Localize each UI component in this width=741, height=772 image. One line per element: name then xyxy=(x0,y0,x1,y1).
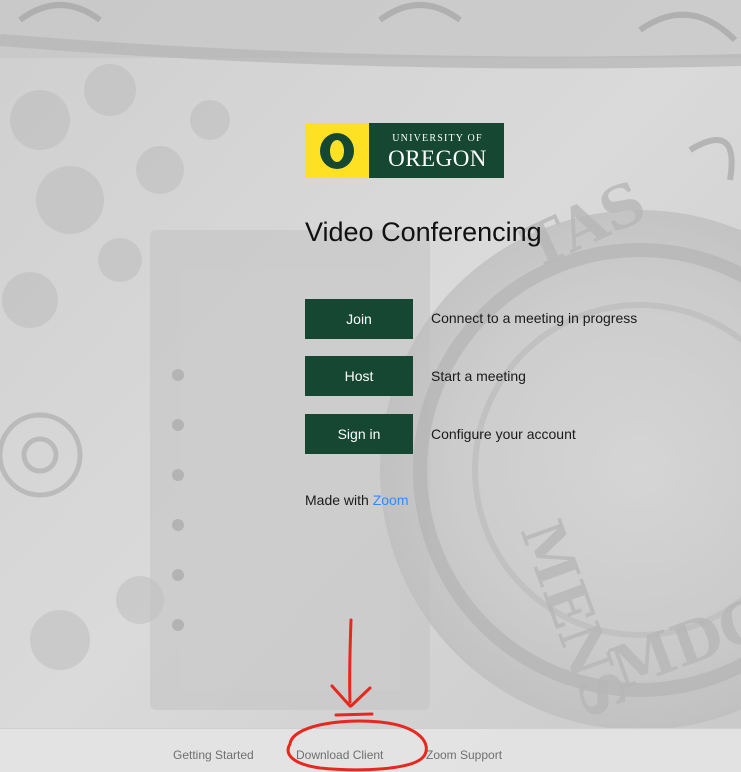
join-description: Connect to a meeting in progress xyxy=(431,310,638,326)
page-title: Video Conferencing xyxy=(305,217,542,247)
made-with-text: Made with Zoom xyxy=(305,492,409,508)
made-with-prefix: Made with xyxy=(305,492,369,508)
host-button[interactable]: Host xyxy=(305,356,413,396)
page: TAS MENS MDCC UNIVERSITY OF OREGON Video… xyxy=(0,0,741,772)
sign-in-description: Configure your account xyxy=(431,426,576,442)
join-button[interactable]: Join xyxy=(305,299,413,339)
download-client-link[interactable]: Download Client xyxy=(296,748,383,762)
sign-in-button[interactable]: Sign in xyxy=(305,414,413,454)
logo-line2: OREGON xyxy=(388,145,487,171)
o-mark-icon xyxy=(320,132,354,169)
zoom-link[interactable]: Zoom xyxy=(373,492,409,508)
host-description: Start a meeting xyxy=(431,368,526,384)
logo-line1: UNIVERSITY OF xyxy=(392,132,483,144)
university-of-oregon-logo: UNIVERSITY OF OREGON xyxy=(305,123,504,178)
logo-wordmark: UNIVERSITY OF OREGON xyxy=(371,132,504,170)
oregon-o-mark xyxy=(305,123,371,178)
zoom-support-link[interactable]: Zoom Support xyxy=(426,748,502,762)
getting-started-link[interactable]: Getting Started xyxy=(173,748,254,762)
footer: Getting Started Download Client Zoom Sup… xyxy=(0,728,741,772)
